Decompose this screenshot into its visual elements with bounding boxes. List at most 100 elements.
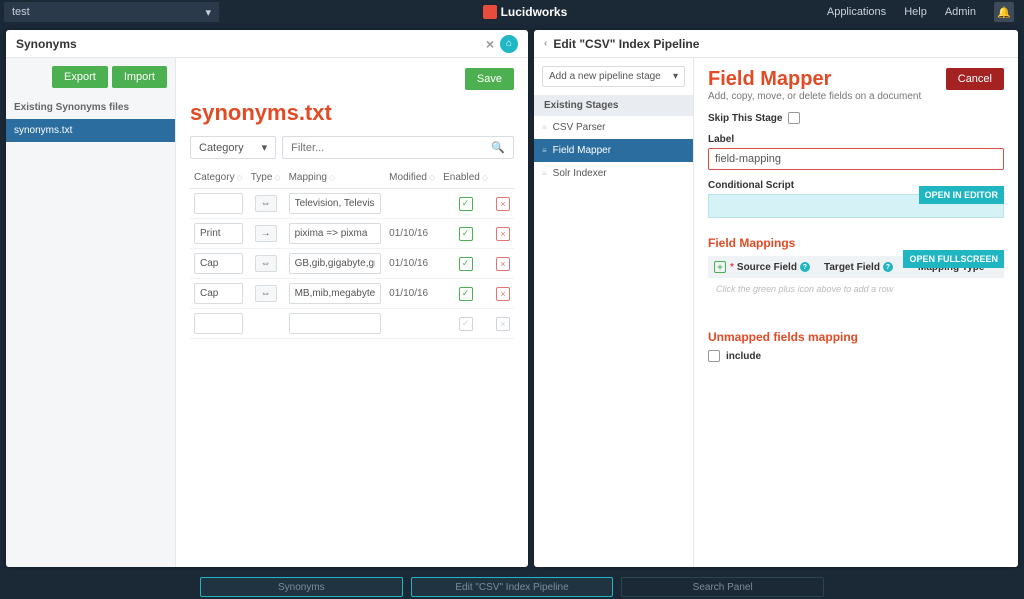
file-title: synonyms.txt <box>190 100 514 126</box>
chevron-down-icon: ▾ <box>262 141 268 154</box>
drag-handle-icon: ≡ <box>542 169 547 178</box>
delete-row-button[interactable]: × <box>496 287 510 301</box>
close-icon[interactable]: × <box>486 36 494 52</box>
skip-stage-checkbox[interactable] <box>788 112 800 124</box>
open-fullscreen-button[interactable]: OPEN FULLSCREEN <box>903 250 1004 268</box>
sidebar-item-synonyms-file[interactable]: synonyms.txt <box>6 119 175 142</box>
sidebar-header: Existing Synonyms files <box>6 96 175 119</box>
col-type[interactable]: Type◇ <box>247 167 285 189</box>
save-button[interactable]: Save <box>465 68 514 90</box>
label-input[interactable] <box>708 148 1004 170</box>
nav-admin[interactable]: Admin <box>945 6 976 18</box>
stages-header: Existing Stages <box>534 95 693 116</box>
category-input[interactable] <box>194 253 243 274</box>
col-target-field: Target Field <box>824 262 880 273</box>
table-row: ⇔ 01/10/16 ✓ × <box>190 249 514 279</box>
delete-row-button[interactable]: × <box>496 227 510 241</box>
col-mapping[interactable]: Mapping◇ <box>285 167 386 189</box>
delete-row-button: × <box>496 317 510 331</box>
add-stage-label: Add a new pipeline stage <box>549 71 661 82</box>
mapping-input[interactable] <box>289 193 382 214</box>
category-input[interactable] <box>194 193 243 214</box>
table-row: ✓× <box>190 309 514 339</box>
mapping-input[interactable] <box>289 283 382 304</box>
enabled-toggle[interactable]: ✓ <box>459 197 473 211</box>
brand-text: Lucidworks <box>501 5 568 19</box>
table-row: ⇔ ✓ × <box>190 189 514 219</box>
notifications-icon[interactable]: 🔔 <box>994 2 1014 22</box>
enabled-toggle[interactable]: ✓ <box>459 317 473 331</box>
open-editor-button[interactable]: OPEN IN EDITOR <box>919 186 1004 204</box>
drag-handle-icon: ≡ <box>542 123 547 132</box>
col-source-field: Source Field <box>737 262 797 273</box>
include-label: include <box>726 351 761 362</box>
stage-label: Field Mapper <box>553 145 611 156</box>
enabled-toggle[interactable]: ✓ <box>459 257 473 271</box>
include-checkbox[interactable] <box>708 350 720 362</box>
help-icon[interactable]: ? <box>800 262 810 272</box>
mapping-input[interactable] <box>289 313 382 334</box>
stage-solr-indexer[interactable]: ≡ Solr Indexer <box>534 162 693 185</box>
chevron-down-icon: ▾ <box>205 6 211 19</box>
mapping-input[interactable] <box>289 223 382 244</box>
modified-cell <box>385 309 439 339</box>
import-button[interactable]: Import <box>112 66 167 88</box>
field-mapper-subtitle: Add, copy, move, or delete fields on a d… <box>708 91 1004 102</box>
panel-left-title: Synonyms <box>16 37 77 51</box>
category-input[interactable] <box>194 313 243 334</box>
filter-input-field[interactable] <box>291 142 491 154</box>
enabled-toggle[interactable]: ✓ <box>459 227 473 241</box>
unmapped-header: Unmapped fields mapping <box>708 330 1004 344</box>
col-category[interactable]: Category◇ <box>190 167 247 189</box>
stage-csv-parser[interactable]: ≡ CSV Parser <box>534 116 693 139</box>
nav-applications[interactable]: Applications <box>827 6 886 18</box>
bottom-tab-synonyms[interactable]: Synonyms <box>200 577 403 597</box>
bottom-tab-search-panel[interactable]: Search Panel <box>621 577 824 597</box>
panel-right-title: Edit "CSV" Index Pipeline <box>553 37 699 51</box>
chevron-left-icon[interactable]: ‹ <box>544 38 547 49</box>
stage-label: CSV Parser <box>553 122 606 133</box>
stage-field-mapper[interactable]: ≡ Field Mapper <box>534 139 693 162</box>
brand: Lucidworks <box>223 5 827 19</box>
nav-help[interactable]: Help <box>904 6 927 18</box>
export-button[interactable]: Export <box>52 66 108 88</box>
delete-row-button[interactable]: × <box>496 257 510 271</box>
delete-row-button[interactable]: × <box>496 197 510 211</box>
modified-cell: 01/10/16 <box>385 219 439 249</box>
field-mappings-header: Field Mappings <box>708 236 1004 250</box>
type-icon: ⇔ <box>255 255 277 272</box>
col-enabled[interactable]: Enabled◇ <box>439 167 492 189</box>
modified-cell <box>385 189 439 219</box>
add-row-icon[interactable]: + <box>714 261 726 273</box>
drag-handle-icon: ≡ <box>542 146 547 155</box>
table-row: → 01/10/16 ✓ × <box>190 219 514 249</box>
home-icon[interactable]: ⌂ <box>500 35 518 53</box>
category-select-label: Category <box>199 142 244 154</box>
col-modified[interactable]: Modified◇ <box>385 167 439 189</box>
category-input[interactable] <box>194 283 243 304</box>
add-pipeline-stage[interactable]: Add a new pipeline stage ▾ <box>542 66 685 87</box>
bottom-tab-edit-pipeline[interactable]: Edit "CSV" Index Pipeline <box>411 577 614 597</box>
help-icon[interactable]: ? <box>883 262 893 272</box>
type-icon: ⇔ <box>255 285 277 302</box>
mapping-input[interactable] <box>289 253 382 274</box>
app-selector-label: test <box>12 6 30 18</box>
enabled-toggle[interactable]: ✓ <box>459 287 473 301</box>
app-selector[interactable]: test ▾ <box>4 2 219 22</box>
label-label: Label <box>708 134 1004 145</box>
brand-icon <box>483 5 497 19</box>
modified-cell: 01/10/16 <box>385 249 439 279</box>
stage-label: Solr Indexer <box>553 168 607 179</box>
add-row-hint: Click the green plus icon above to add a… <box>708 278 1004 300</box>
type-icon: ⇔ <box>255 195 277 212</box>
cancel-button[interactable]: Cancel <box>946 68 1004 90</box>
modified-cell: 01/10/16 <box>385 279 439 309</box>
chevron-down-icon: ▾ <box>673 71 678 82</box>
search-icon: 🔍 <box>491 141 505 154</box>
category-select[interactable]: Category ▾ <box>190 136 276 159</box>
category-input[interactable] <box>194 223 243 244</box>
skip-stage-label: Skip This Stage <box>708 113 782 124</box>
table-row: ⇔ 01/10/16 ✓ × <box>190 279 514 309</box>
filter-input[interactable]: 🔍 <box>282 136 514 159</box>
type-icon: → <box>255 225 277 242</box>
